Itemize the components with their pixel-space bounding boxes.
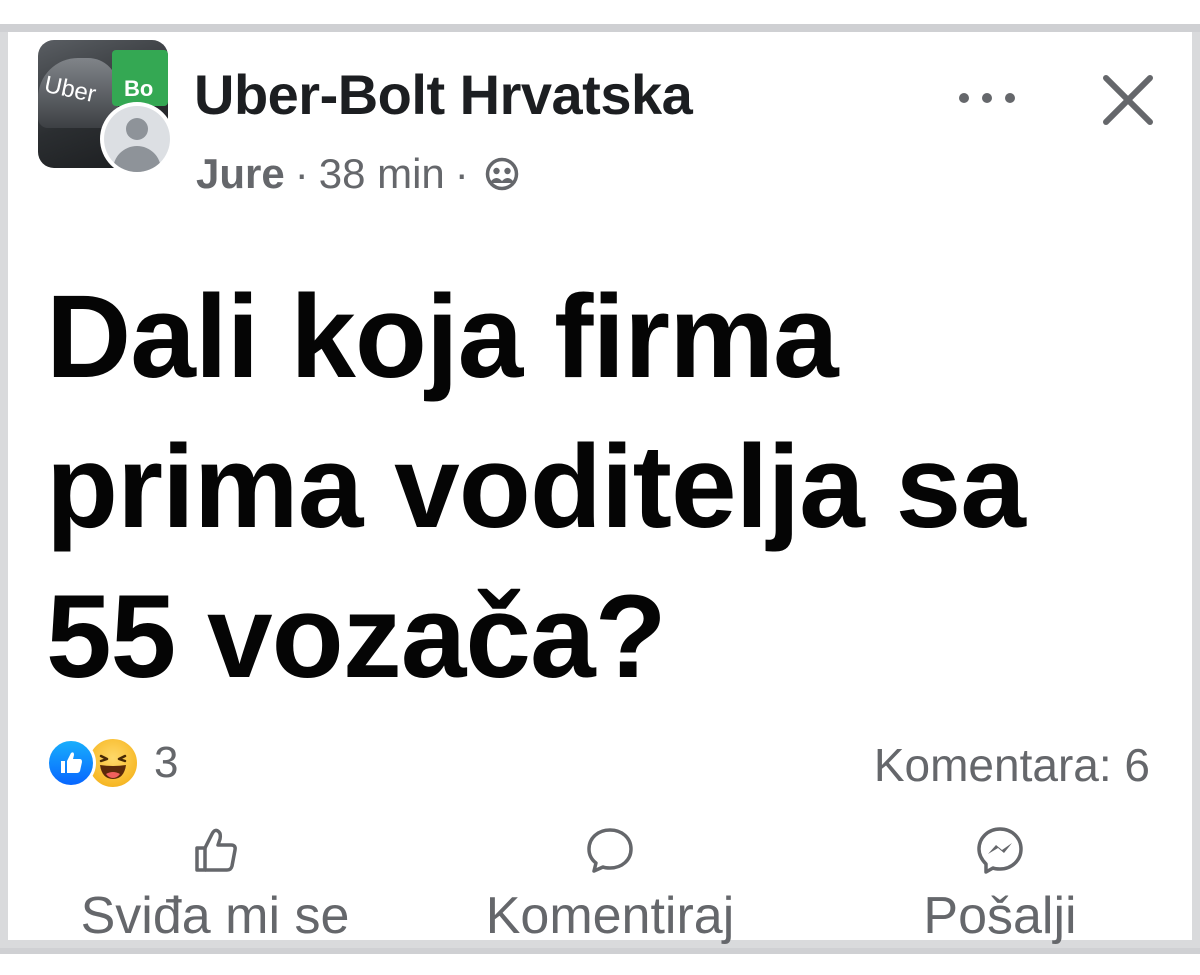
comment-button-label: Komentiraj: [485, 887, 735, 945]
group-name[interactable]: Uber-Bolt Hrvatska: [194, 62, 693, 127]
comment-count[interactable]: Komentara: 6: [874, 738, 1150, 792]
like-button-label: Sviđa mi se: [80, 887, 350, 945]
author-name[interactable]: Jure: [196, 150, 285, 198]
like-icon: [46, 738, 96, 788]
bolt-sign: Bo: [112, 50, 168, 106]
user-avatar[interactable]: [100, 102, 174, 176]
default-profile-icon: [104, 106, 170, 172]
reaction-count: 3: [154, 738, 179, 787]
meta-separator: ·: [454, 150, 469, 197]
post-meta: Jure · 38 min ·: [196, 150, 519, 198]
close-icon[interactable]: [1098, 70, 1158, 130]
reactions-summary[interactable]: 3: [46, 735, 178, 791]
more-options-icon[interactable]: [952, 78, 1022, 118]
like-button[interactable]: Sviđa mi se: [50, 822, 380, 946]
bolt-sign-text: Bo: [124, 76, 154, 101]
bottom-divider: [0, 948, 1200, 975]
comment-bubble-icon: [587, 828, 633, 873]
comment-button[interactable]: Komentiraj: [450, 822, 770, 946]
top-divider: [0, 0, 1200, 32]
thumbs-up-icon: [195, 828, 237, 872]
messenger-icon: [977, 827, 1023, 874]
group-members-icon: [485, 157, 519, 191]
send-button[interactable]: Pošalji: [880, 822, 1120, 946]
post-text: Dali koja firma prima voditelja sa 55 vo…: [46, 271, 1026, 703]
post-time[interactable]: 38 min: [319, 150, 445, 198]
meta-separator: ·: [294, 150, 309, 197]
send-button-label: Pošalji: [923, 887, 1077, 945]
